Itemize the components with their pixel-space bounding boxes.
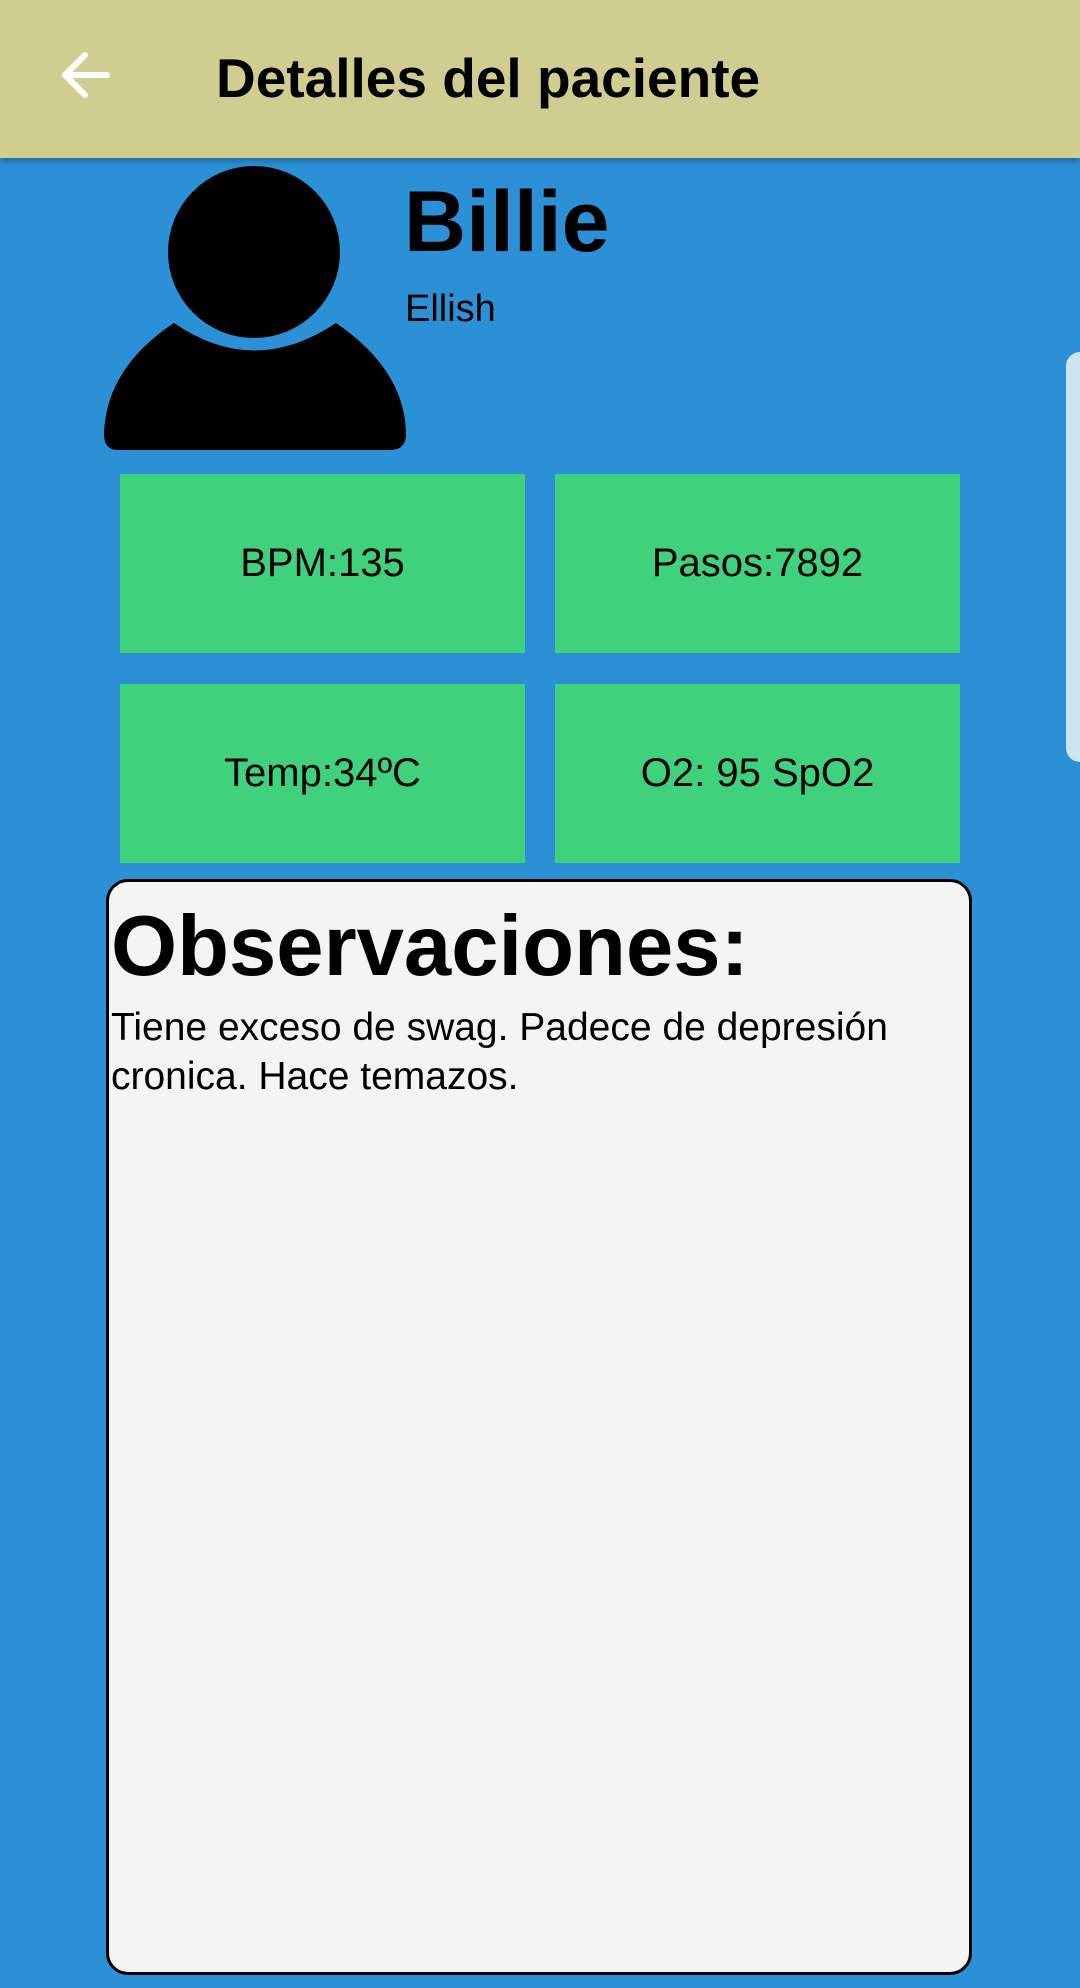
arrow-left-icon [62, 52, 110, 98]
bpm-tile: BPM:135 [120, 474, 525, 653]
page-title: Detalles del paciente [216, 47, 761, 109]
oxygen-value: O2: 95 SpO2 [640, 751, 875, 795]
steps-tile: Pasos:7892 [555, 474, 960, 653]
bpm-value: BPM:135 [240, 541, 405, 585]
scrollbar[interactable] [1066, 352, 1080, 762]
temperature-tile: Temp:34ºC [120, 684, 525, 863]
steps-value: Pasos:7892 [651, 541, 864, 585]
back-button[interactable] [40, 30, 130, 120]
patient-last-name: Ellish [405, 288, 496, 330]
observations-panel: Observaciones: Tiene exceso de swag. Pad… [106, 879, 972, 1975]
patient-first-name: Billie [404, 174, 610, 270]
observations-text: Tiene exceso de swag. Padece de depresió… [111, 1006, 888, 1098]
oxygen-tile: O2: 95 SpO2 [555, 684, 960, 863]
observations-title: Observaciones: [111, 899, 749, 994]
app-bar: Detalles del paciente [0, 0, 1080, 158]
person-silhouette-icon [104, 166, 406, 450]
temperature-value: Temp:34ºC [224, 751, 421, 795]
